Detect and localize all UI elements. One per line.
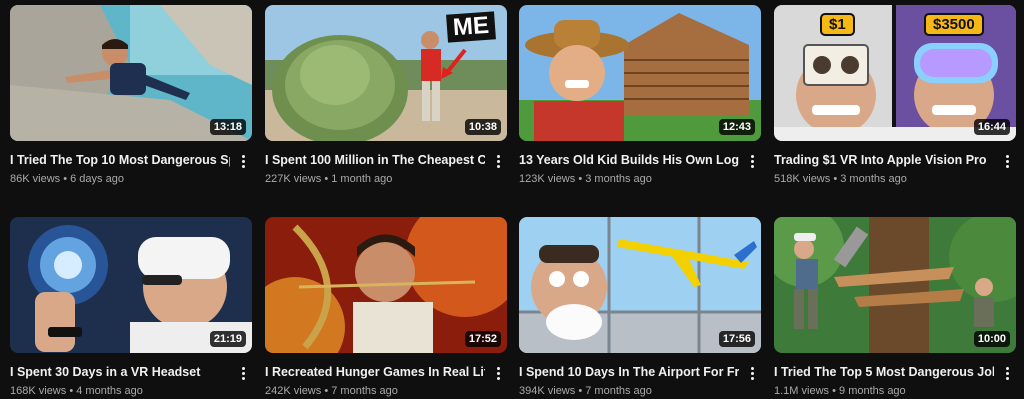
- more-vert-icon[interactable]: [489, 363, 507, 383]
- upload-age: 7 months ago: [585, 385, 652, 397]
- overlay-text: ME: [446, 11, 496, 43]
- more-vert-icon[interactable]: [234, 363, 252, 383]
- upload-age: 3 months ago: [840, 173, 907, 185]
- video-stats: 227K views • 1 month ago: [265, 172, 485, 186]
- video-meta: I Tried The Top 10 Most Dangerous Sports…: [10, 152, 252, 186]
- duration-badge: 21:19: [209, 331, 246, 347]
- separator: •: [324, 173, 329, 185]
- more-vert-icon[interactable]: [998, 151, 1016, 171]
- more-vert-icon[interactable]: [743, 363, 761, 383]
- video-title[interactable]: I Recreated Hunger Games In Real Life: [265, 364, 485, 380]
- duration-badge: 12:43: [718, 119, 755, 135]
- more-vert-icon[interactable]: [234, 151, 252, 171]
- video-meta: I Spend 10 Days In The Airport For Free …: [519, 364, 761, 398]
- video-stats: 86K views • 6 days ago: [10, 172, 230, 186]
- video-stats: 123K views • 3 months ago: [519, 172, 739, 186]
- video-meta: I Spent 30 Days in a VR Headset 168K vie…: [10, 364, 252, 398]
- duration-badge: 10:00: [973, 331, 1010, 347]
- video-meta: Trading $1 VR Into Apple Vision Pro 518K…: [774, 152, 1016, 186]
- upload-age: 9 months ago: [839, 385, 906, 397]
- video-card[interactable]: 21:19 I Spent 30 Days in a VR Headset 16…: [10, 217, 252, 398]
- video-grid: 13:18 I Tried The Top 10 Most Dangerous …: [0, 0, 1024, 399]
- video-stats: 518K views • 3 months ago: [774, 172, 994, 186]
- upload-age: 7 months ago: [331, 385, 398, 397]
- separator: •: [578, 385, 583, 397]
- upload-age: 1 month ago: [331, 173, 393, 185]
- separator: •: [832, 385, 836, 397]
- separator: •: [833, 173, 838, 185]
- more-vert-icon[interactable]: [998, 363, 1016, 383]
- video-title[interactable]: I Tried The Top 5 Most Dangerous Jobs: [774, 364, 994, 380]
- price-badge: $3500: [924, 13, 984, 36]
- video-card[interactable]: 10:00 I Tried The Top 5 Most Dangerous J…: [774, 217, 1016, 398]
- video-title[interactable]: I Spend 10 Days In The Airport For Free: [519, 364, 739, 380]
- duration-badge: 17:56: [718, 331, 755, 347]
- video-stats: 1.1M views • 9 months ago: [774, 384, 994, 398]
- video-card[interactable]: $1 $3500 16:44 Trading $1 VR Into Apple …: [774, 5, 1016, 186]
- video-card[interactable]: 13:18 I Tried The Top 10 Most Dangerous …: [10, 5, 252, 186]
- video-stats: 394K views • 7 months ago: [519, 384, 739, 398]
- separator: •: [69, 385, 74, 397]
- video-title[interactable]: 13 Years Old Kid Builds His Own Log Cabi…: [519, 152, 739, 168]
- airport-thumbnail[interactable]: 17:56: [519, 217, 761, 353]
- video-card[interactable]: 17:52 I Recreated Hunger Games In Real L…: [265, 217, 507, 398]
- video-title[interactable]: I Spent 100 Million in The Cheapest Coun…: [265, 152, 485, 168]
- separator: •: [578, 173, 583, 185]
- video-title[interactable]: Trading $1 VR Into Apple Vision Pro: [774, 152, 994, 168]
- video-stats: 168K views • 4 months ago: [10, 384, 230, 398]
- video-card[interactable]: 17:56 I Spend 10 Days In The Airport For…: [519, 217, 761, 398]
- more-vert-icon[interactable]: [743, 151, 761, 171]
- price-badge: $1: [820, 13, 855, 36]
- view-count: 227K views: [265, 173, 322, 185]
- more-vert-icon[interactable]: [489, 151, 507, 171]
- view-count: 242K views: [265, 385, 322, 397]
- video-meta: I Tried The Top 5 Most Dangerous Jobs 1.…: [774, 364, 1016, 398]
- view-count: 123K views: [519, 173, 576, 185]
- duration-badge: 17:52: [464, 331, 501, 347]
- archer-fire-thumbnail[interactable]: 17:52: [265, 217, 507, 353]
- separator: •: [324, 385, 329, 397]
- upload-age: 6 days ago: [70, 173, 124, 185]
- vr-headset-thumbnail[interactable]: 21:19: [10, 217, 252, 353]
- view-count: 1.1M views: [774, 385, 830, 397]
- upload-age: 3 months ago: [585, 173, 652, 185]
- view-count: 518K views: [774, 173, 831, 185]
- tree-chainsaw-thumbnail[interactable]: 10:00: [774, 217, 1016, 353]
- duration-badge: 13:18: [209, 119, 246, 135]
- view-count: 86K views: [10, 173, 61, 185]
- view-count: 394K views: [519, 385, 576, 397]
- video-stats: 242K views • 7 months ago: [265, 384, 485, 398]
- cliff-climber-thumbnail[interactable]: 13:18: [10, 5, 252, 141]
- video-title[interactable]: I Spent 30 Days in a VR Headset: [10, 364, 230, 380]
- video-meta: I Spent 100 Million in The Cheapest Coun…: [265, 152, 507, 186]
- separator: •: [63, 173, 68, 185]
- money-pile-thumbnail[interactable]: ME 10:38: [265, 5, 507, 141]
- video-meta: I Recreated Hunger Games In Real Life 24…: [265, 364, 507, 398]
- video-title[interactable]: I Tried The Top 10 Most Dangerous Sports: [10, 152, 230, 168]
- duration-badge: 10:38: [464, 119, 501, 135]
- vr-headsets-thumbnail[interactable]: $1 $3500 16:44: [774, 5, 1016, 141]
- log-cabin-thumbnail[interactable]: 12:43: [519, 5, 761, 141]
- view-count: 168K views: [10, 385, 67, 397]
- video-meta: 13 Years Old Kid Builds His Own Log Cabi…: [519, 152, 761, 186]
- duration-badge: 16:44: [973, 119, 1010, 135]
- upload-age: 4 months ago: [76, 385, 143, 397]
- video-card[interactable]: ME 10:38 I Spent 100 Million in The Chea…: [265, 5, 507, 186]
- video-card[interactable]: 12:43 13 Years Old Kid Builds His Own Lo…: [519, 5, 761, 186]
